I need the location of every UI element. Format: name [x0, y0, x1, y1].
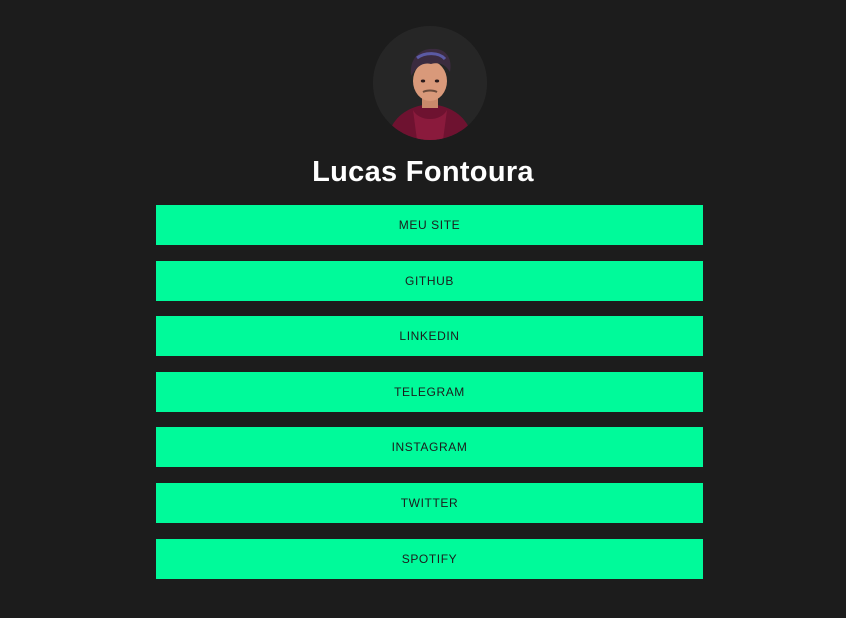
link-button-github[interactable]: GITHUB [156, 260, 703, 301]
link-button-telegram[interactable]: TELEGRAM [156, 371, 703, 412]
link-list: MEU SITE GITHUB LINKEDIN TELEGRAM INSTAG… [156, 205, 703, 594]
link-button-twitter[interactable]: TWITTER [156, 482, 703, 523]
profile-name: Lucas Fontoura [312, 156, 534, 188]
link-button-meu-site[interactable]: MEU SITE [156, 205, 703, 245]
link-button-instagram[interactable]: INSTAGRAM [156, 427, 703, 468]
avatar-photo [373, 26, 487, 140]
link-button-linkedin[interactable]: LINKEDIN [156, 316, 703, 357]
linktree-page: Lucas Fontoura MEU SITE GITHUB LINKEDIN … [0, 0, 846, 618]
link-button-spotify[interactable]: SPOTIFY [156, 538, 703, 579]
avatar [373, 26, 487, 140]
